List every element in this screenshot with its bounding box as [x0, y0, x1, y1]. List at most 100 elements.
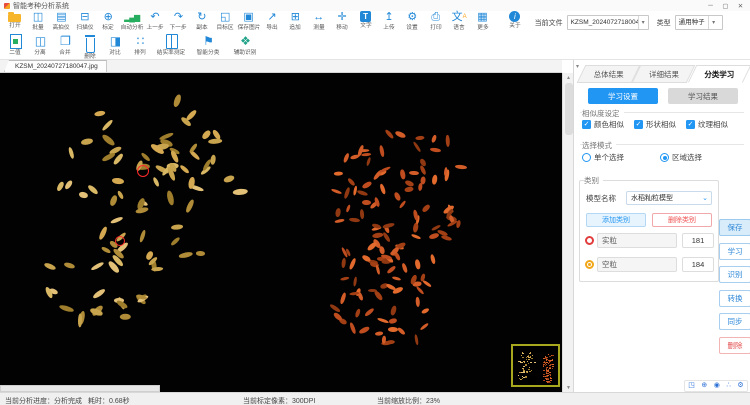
toolbar-button-duplicate[interactable]: ↻副本 — [190, 11, 213, 32]
toolbar-button-prev-step[interactable]: ↶上一步 — [143, 11, 166, 32]
category-name-field[interactable]: 实粒 — [597, 233, 677, 248]
toolbar-button-next-step[interactable]: ↷下一步 — [167, 11, 190, 32]
panel-tab-分类学习[interactable]: 分类学习 — [692, 65, 747, 83]
toolbar-button-scanner[interactable]: ⊟扫描仪 — [73, 11, 96, 32]
seed — [388, 318, 397, 324]
radio-单个选择[interactable]: 单个选择 — [582, 152, 660, 163]
toolbar-button-compare[interactable]: ◨对比 — [103, 34, 128, 57]
minimap-seed — [549, 382, 551, 383]
category-count-field[interactable]: 184 — [682, 257, 714, 272]
toolbar-button-about[interactable]: i关于 — [503, 11, 526, 30]
toolbar-button-separate[interactable]: ◫分离 — [28, 34, 53, 57]
add-category-button[interactable]: 添加类别 — [586, 213, 646, 227]
checkbox-颜色相似[interactable]: ✓颜色相似 — [582, 119, 634, 130]
toolbar-button-open[interactable]: 打开 — [3, 11, 26, 30]
toolbar-button-batch[interactable]: ◫批量 — [26, 11, 49, 32]
toolbar-label: 移动 — [336, 24, 347, 32]
annotation-circle — [115, 236, 125, 246]
chevron-down-icon: ⌄ — [699, 194, 711, 202]
toolbar-button-smart-classify[interactable]: ⚑智能分类 — [190, 34, 227, 57]
minimize-button[interactable]: ─ — [703, 0, 718, 11]
toolbar-button-binary[interactable]: 二值 — [3, 34, 28, 57]
toolbar-button-more[interactable]: ▦更多 — [471, 11, 494, 32]
fit-screen-icon[interactable]: ◳ — [688, 381, 695, 391]
seed — [349, 258, 357, 270]
image-canvas[interactable] — [0, 73, 562, 392]
crosshair-icon[interactable]: ⊕ — [701, 381, 707, 391]
minimap-seed — [531, 370, 533, 371]
toolbar-label: 上传 — [383, 24, 394, 32]
checkbox-纹理相似[interactable]: ✓纹理相似 — [686, 119, 738, 130]
scrollbar-thumb[interactable] — [565, 83, 573, 135]
save-button[interactable]: 保存 — [719, 219, 750, 236]
maximize-button[interactable]: ▢ — [718, 0, 733, 11]
seed — [333, 171, 342, 175]
model-select[interactable]: 水稻籼粒模型 ⌄ — [626, 191, 712, 205]
toolbar-button-export[interactable]: ↗导出 — [260, 11, 283, 32]
current-file-select[interactable]: KZSM_20240727180047▾ — [567, 15, 649, 30]
toolbar-button-measure[interactable]: ↔测量 — [307, 11, 330, 32]
toolbar-button-assist-recognize[interactable]: ❖辅助识别 — [227, 34, 264, 57]
toolbar-label: 关于 — [509, 22, 520, 30]
panel-pin-icon[interactable]: ▾ — [576, 63, 579, 70]
seed — [429, 254, 435, 264]
gear-icon[interactable]: ⚙ — [737, 381, 743, 391]
vertical-scrollbar[interactable]: ▲ ▼ — [562, 73, 573, 392]
toolbar-button-upload[interactable]: ↥上传 — [377, 11, 400, 32]
window-title: 智能考种分析系统 — [13, 1, 69, 11]
delete-button[interactable]: 删除 — [719, 337, 750, 354]
file-tab[interactable]: KZSM_20240727180047.jpg — [4, 60, 107, 72]
toolbar-button-doc-camera[interactable]: ▤高拍仪 — [50, 11, 73, 32]
minimap-seed — [552, 364, 554, 365]
toolbar-label: 高拍仪 — [53, 24, 70, 32]
toolbar-button-calibrate[interactable]: ⊕标定 — [97, 11, 120, 32]
about-icon: i — [509, 11, 520, 22]
curve-icon[interactable]: ◉ — [714, 381, 720, 391]
subtab-学习结果[interactable]: 学习结果 — [668, 88, 738, 104]
toolbar-button-append[interactable]: ⊞追加 — [284, 11, 307, 32]
minimap-seed — [547, 371, 549, 372]
toolbar-button-seed-rate[interactable]: 结实率测定 — [153, 34, 190, 57]
scatter-icon[interactable]: ∴ — [726, 381, 730, 391]
category-count-field[interactable]: 181 — [682, 233, 714, 248]
minimap-seed — [523, 361, 525, 362]
checkbox-形状相似[interactable]: ✓形状相似 — [634, 119, 686, 130]
toolbar-button-target-area[interactable]: ◱目标区 — [214, 11, 237, 32]
horizontal-scrollbar-thumb[interactable] — [0, 385, 160, 392]
close-button[interactable]: ✕ — [733, 0, 748, 11]
panel-tab-总体结果[interactable]: 总体结果 — [581, 65, 636, 83]
subtab-学习设置[interactable]: 学习设置 — [588, 88, 658, 104]
delete-category-button[interactable]: 删除类别 — [652, 213, 712, 227]
minimap[interactable] — [511, 344, 560, 387]
toolbar-button-text[interactable]: T文字 — [354, 11, 377, 30]
toolbar-label: 打印 — [430, 24, 441, 32]
toolbar-label: 对比 — [110, 49, 121, 57]
minimap-seed — [544, 380, 546, 381]
toolbar-button-merge[interactable]: ❐合并 — [53, 34, 78, 57]
category-row: 实粒 181 — [584, 233, 714, 248]
seed — [171, 225, 184, 231]
learn-button[interactable]: 学习 — [719, 243, 750, 260]
toolbar-button-settings[interactable]: ⚙设置 — [401, 11, 424, 32]
convert-button[interactable]: 转换 — [719, 290, 750, 307]
toolbar-button-arrange[interactable]: ∷排列 — [128, 34, 153, 57]
toolbar-button-save-image[interactable]: ▣保存图片 — [237, 11, 260, 32]
toolbar-button-print[interactable]: ⎙打印 — [424, 11, 447, 32]
toolbar-label: 上一步 — [146, 24, 163, 32]
panel-tab-详细结果[interactable]: 详细结果 — [636, 65, 691, 83]
seed — [411, 233, 421, 240]
toolbar-button-move[interactable]: ✛移动 — [330, 11, 353, 32]
toolbar-label: 自动分析 — [120, 24, 143, 32]
sync-button[interactable]: 同步 — [719, 313, 750, 330]
toolbar-button-delete[interactable]: 删除 — [78, 34, 103, 61]
radio-label: 单个选择 — [594, 152, 624, 163]
type-value: 通用种子 — [676, 16, 708, 29]
toolbar-button-language[interactable]: 文语言 — [447, 11, 470, 32]
radio-区域选择[interactable]: 区域选择 — [660, 152, 738, 163]
type-select[interactable]: 通用种子▾ — [675, 15, 723, 30]
category-name-field[interactable]: 空粒 — [597, 257, 677, 272]
recognize-button[interactable]: 识别 — [719, 266, 750, 283]
arrange-icon: ∷ — [137, 34, 145, 49]
toolbar-button-auto-analyze[interactable]: ▂▄▆自动分析 — [120, 11, 143, 32]
status-bar: 当前分析进度：分析完成 耗时：0.68秒 当前标定像素：300DPI 当前缩放比… — [0, 392, 750, 405]
